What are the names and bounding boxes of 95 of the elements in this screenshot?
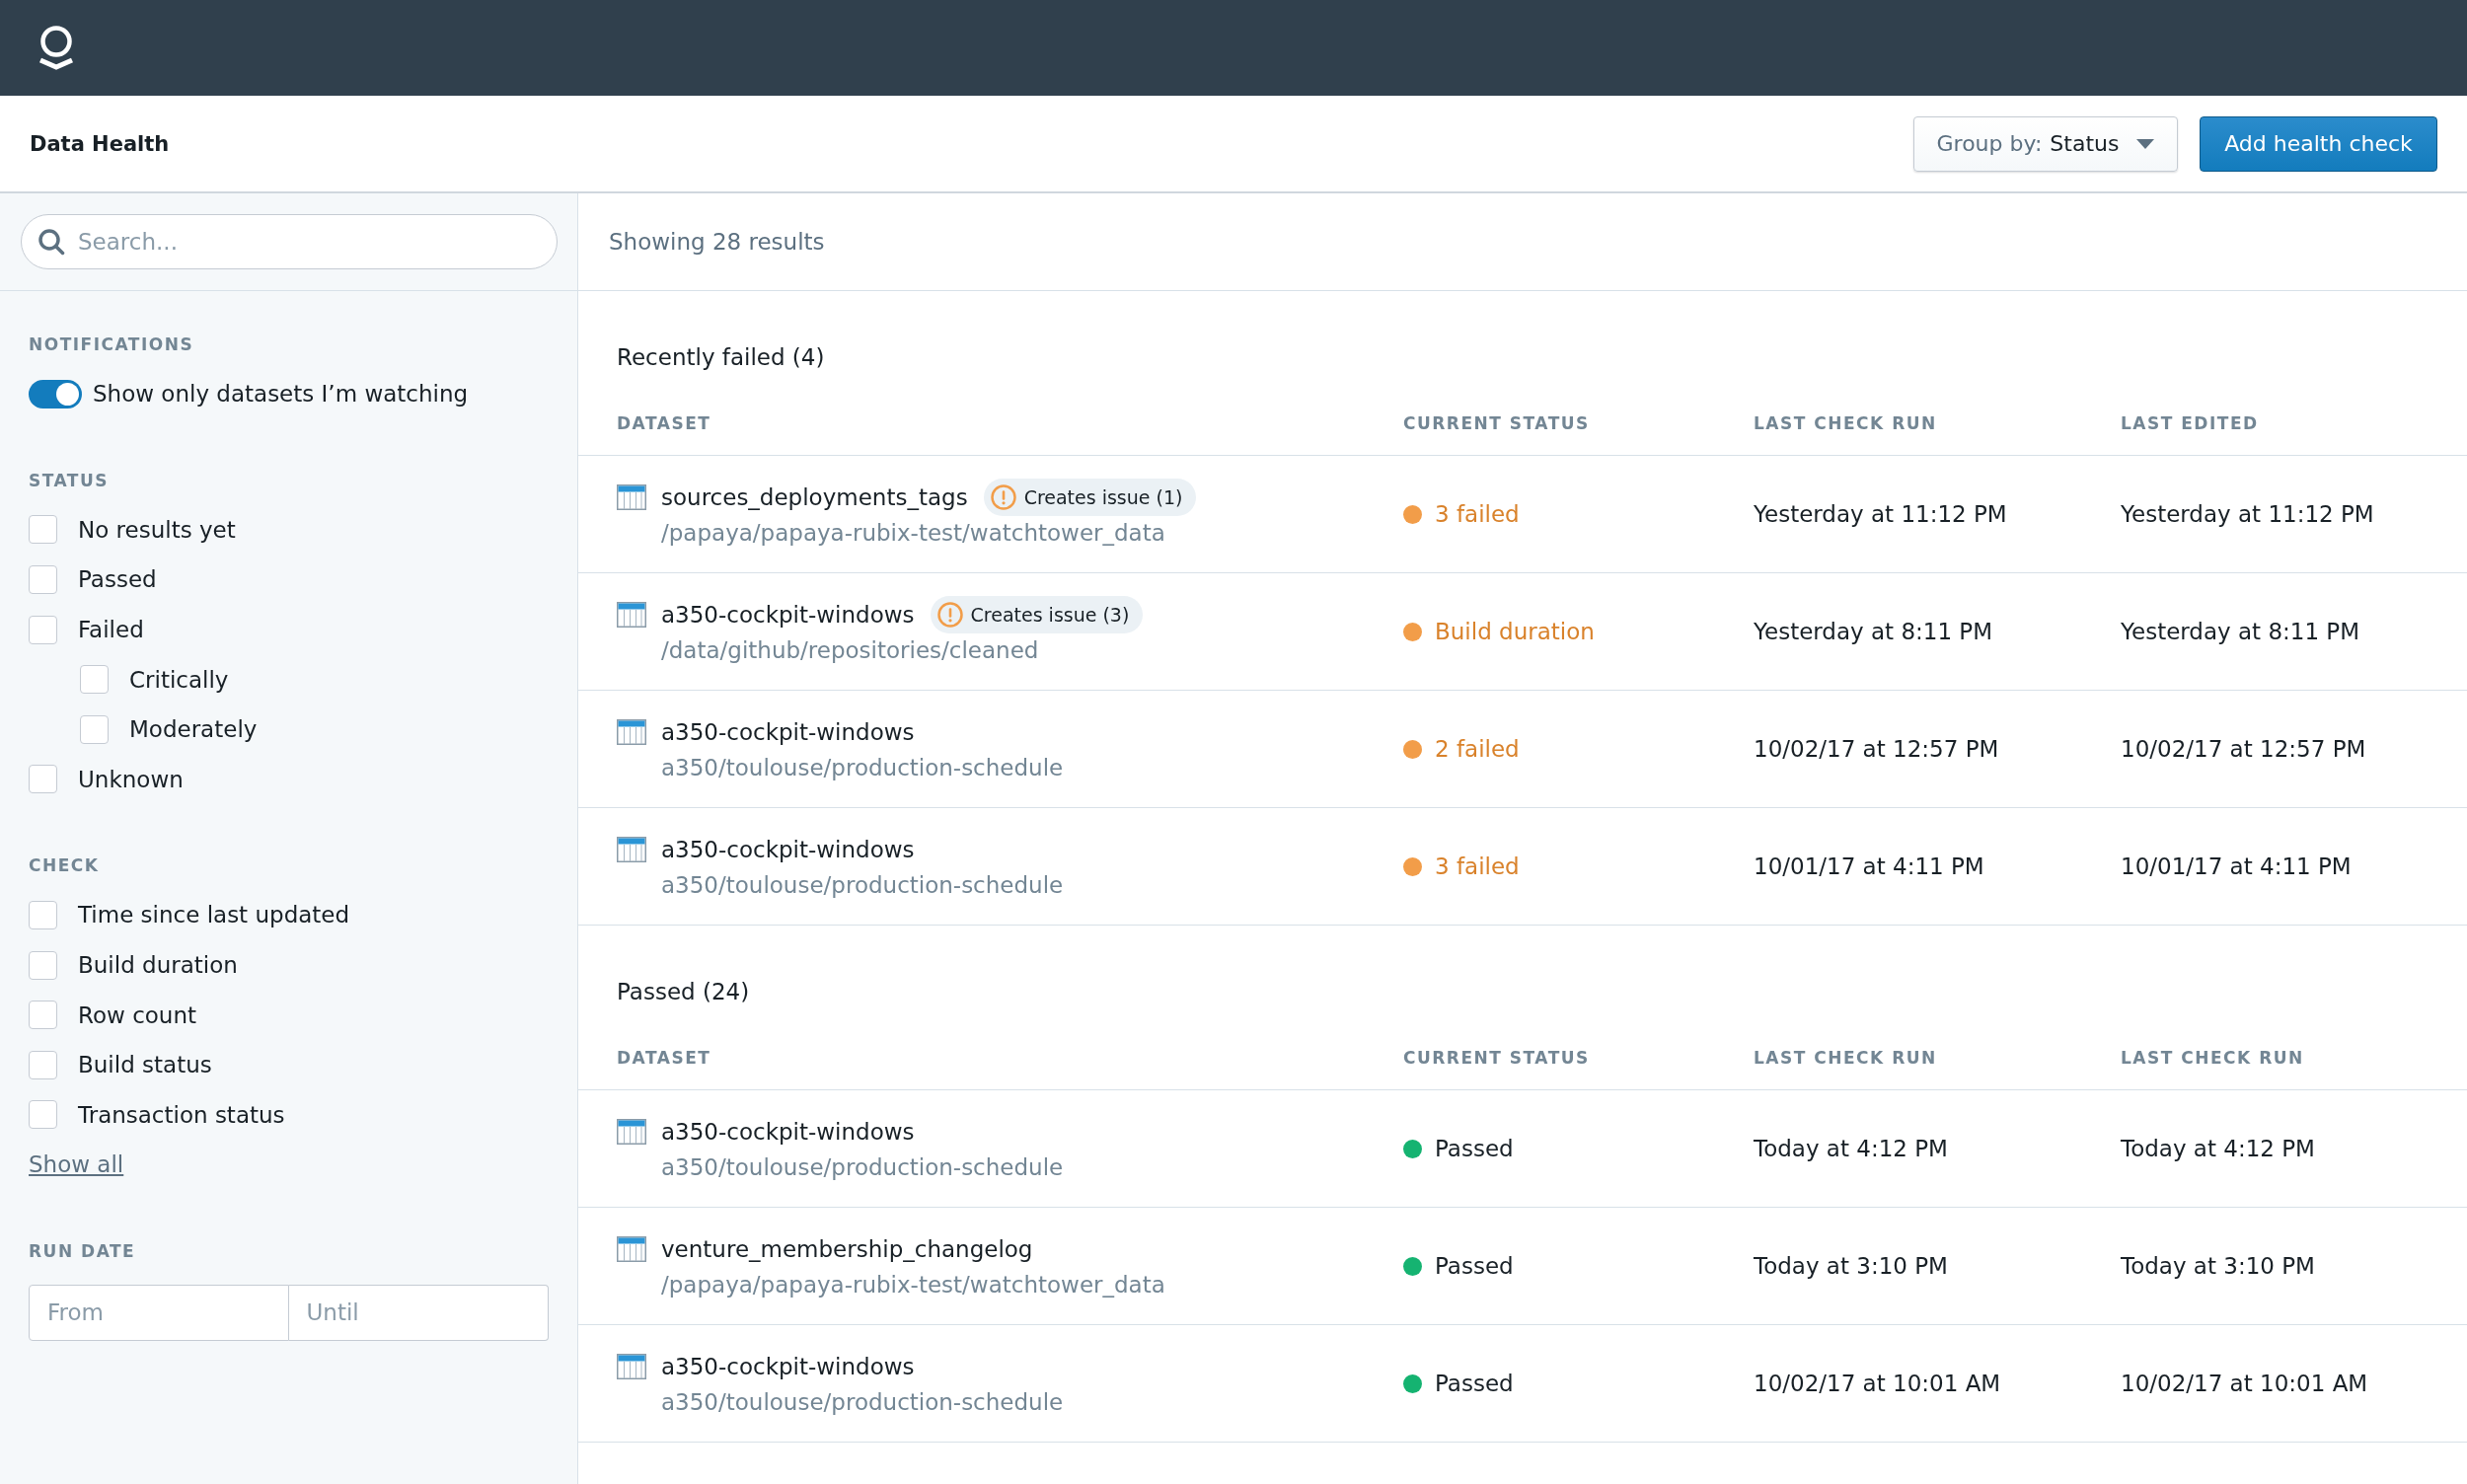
timestamp-text: Today at 3:10 PM [1754,1253,1948,1279]
search-icon [37,228,65,256]
status-text: Passed [1435,1253,1514,1279]
logo-icon [37,25,75,71]
timestamp-text: Yesterday at 11:12 PM [2121,501,2374,527]
section-label: NOTIFICATIONS [29,334,194,354]
checkbox-label: Transaction status [78,1101,285,1128]
checkbox-label: Unknown [78,766,184,792]
timestamp-text: Yesterday at 8:11 PM [2121,619,2360,644]
column-header: CURRENT STATUS [1403,412,1590,433]
show-all-link[interactable]: Show all [29,1151,124,1178]
table-icon [617,1236,646,1262]
dataset-path: a350/toulouse/production-schedule [661,1153,1064,1182]
exclamation-circle-icon [936,602,963,628]
checkbox-label: Failed [78,617,144,643]
checkbox[interactable] [29,1001,57,1030]
timestamp-text: Yesterday at 8:11 PM [1754,619,1993,644]
date-from-field[interactable]: From [29,1284,289,1341]
column-header: CURRENT STATUS [1403,1047,1590,1068]
column-header: LAST EDITED [2121,412,2259,433]
search-field[interactable]: Search... [21,214,558,269]
timestamp-text: Today at 3:10 PM [2121,1253,2315,1279]
page-title: Data Health [30,131,170,156]
dataset-path: /papaya/papaya-rubix-test/watchtower_data [661,519,1165,548]
checkbox-label: Build duration [78,952,238,979]
checkbox-label: Row count [78,1002,197,1028]
dataset-name[interactable]: a350-cockpit-windows [661,1354,915,1379]
checkbox-label: Build status [78,1052,212,1078]
checkbox[interactable] [29,1050,57,1079]
toggle-switch[interactable] [29,379,82,408]
section-label: STATUS [29,470,109,490]
caret-icon [2136,138,2155,149]
checkbox-label: Moderately [129,716,258,743]
dataset-name[interactable]: venture_membership_changelog [661,1236,1033,1262]
status-text: Build duration [1435,619,1595,644]
timestamp-text: 10/02/17 at 12:57 PM [2121,736,2366,762]
section-label: RUN DATE [29,1240,136,1261]
issue-label: Creates issue (1) [1023,486,1183,508]
group-by-dropdown[interactable]: Group by: Status [1913,115,2178,172]
timestamp-text: 10/02/17 at 10:01 AM [1754,1371,2001,1396]
checkbox[interactable] [80,665,109,695]
column-header: LAST CHECK RUN [1754,412,1937,433]
dataset-path: /data/github/repositories/cleaned [661,636,1039,665]
timestamp-text: Today at 4:12 PM [2121,1136,2315,1161]
toggle-label: Show only datasets I’m watching [93,381,469,408]
dataset-name[interactable]: a350-cockpit-windows [661,719,915,745]
column-header: DATASET [617,1047,711,1068]
table-icon [617,837,646,862]
dataset-path: /papaya/papaya-rubix-test/watchtower_data [661,1271,1165,1299]
column-header: LAST CHECK RUN [2121,1047,2304,1068]
checkbox[interactable] [80,714,109,744]
issue-label: Creates issue (3) [970,604,1130,626]
dataset-path: a350/toulouse/production-schedule [661,754,1064,782]
dataset-name[interactable]: a350-cockpit-windows [661,602,915,628]
checkbox[interactable] [29,615,57,644]
status-text: 2 failed [1435,736,1520,762]
checkbox[interactable] [29,515,57,545]
timestamp-text: Yesterday at 11:12 PM [1754,501,2007,527]
date-until-field[interactable]: Until [288,1284,549,1341]
column-header: LAST CHECK RUN [1754,1047,1937,1068]
checkbox-label: No results yet [78,516,236,543]
dataset-name[interactable]: a350-cockpit-windows [661,837,915,862]
dataset-path: a350/toulouse/production-schedule [661,871,1064,900]
timestamp-text: 10/01/17 at 4:11 PM [1754,853,1984,879]
results-count: Showing 28 results [609,229,825,255]
checkbox[interactable] [29,900,57,929]
checkbox[interactable] [29,765,57,794]
timestamp-text: 10/02/17 at 10:01 AM [2121,1371,2368,1396]
timestamp-text: 10/01/17 at 4:11 PM [2121,853,2352,879]
timestamp-text: 10/02/17 at 12:57 PM [1754,736,1999,762]
group-title: Recently failed (4) [617,344,825,370]
checkbox[interactable] [29,1100,57,1130]
table-icon [617,484,646,510]
checkbox[interactable] [29,565,57,594]
group-title: Passed (24) [617,979,750,1004]
checkbox-label: Critically [129,666,229,693]
dataset-path: a350/toulouse/production-schedule [661,1388,1064,1417]
status-text: 3 failed [1435,853,1520,879]
status-text: Passed [1435,1136,1514,1161]
checkbox-label: Time since last updated [78,902,350,928]
column-header: DATASET [617,412,711,433]
status-text: 3 failed [1435,501,1520,527]
status-text: Passed [1435,1371,1514,1396]
timestamp-text: Today at 4:12 PM [1754,1136,1948,1161]
checkbox-label: Passed [78,566,157,593]
dataset-name[interactable]: a350-cockpit-windows [661,1119,915,1145]
table-icon [617,1119,646,1145]
table-icon [617,1354,646,1379]
section-label: CHECK [29,855,100,876]
add-health-check-button[interactable]: Add health check [2200,115,2437,172]
exclamation-circle-icon [990,484,1016,510]
dataset-name[interactable]: sources_deployments_tags [661,484,968,510]
table-icon [617,719,646,745]
table-icon [617,602,646,628]
checkbox[interactable] [29,950,57,980]
